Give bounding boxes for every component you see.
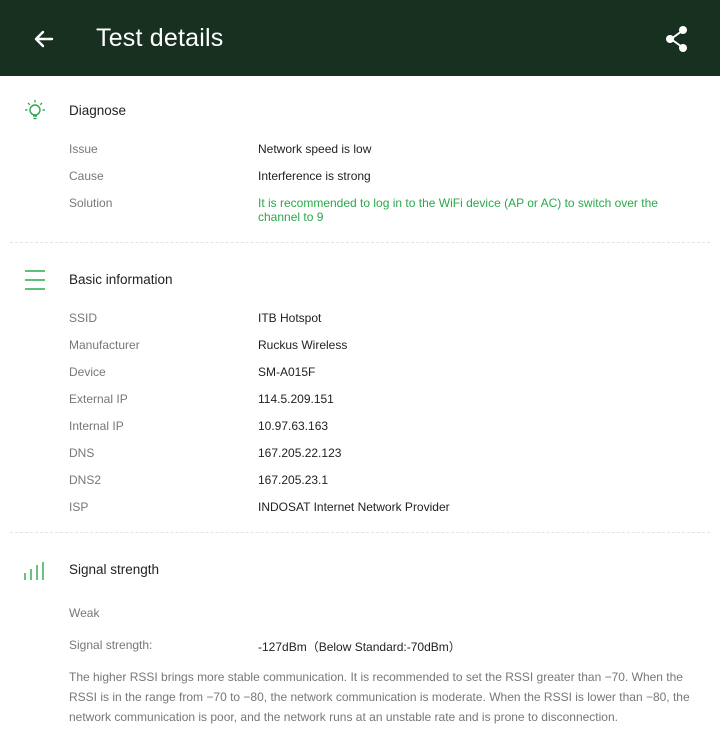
lightbulb-icon: [25, 100, 45, 120]
external-ip-row: External IP 114.5.209.151: [0, 392, 720, 412]
isp-row: ISP INDOSAT Internet Network Provider: [0, 500, 720, 520]
dns2-label: DNS2: [69, 473, 102, 487]
device-row: Device SM-A015F: [0, 365, 720, 385]
issue-row: Issue Network speed is low: [0, 142, 720, 162]
internal-ip-label: Internal IP: [69, 419, 124, 433]
basic-info-title: Basic information: [69, 272, 173, 287]
dns2-row: DNS2 167.205.23.1: [0, 473, 720, 493]
signal-level: Weak: [69, 606, 100, 620]
divider: [10, 532, 710, 533]
solution-label: Solution: [69, 196, 113, 210]
issue-label: Issue: [69, 142, 98, 156]
divider: [10, 242, 710, 243]
cause-value: Interference is strong: [258, 169, 371, 183]
cause-row: Cause Interference is strong: [0, 169, 720, 189]
dns2-value: 167.205.23.1: [258, 473, 329, 487]
signal-strength-value: -127dBm（Below Standard:-70dBm）: [258, 640, 461, 654]
manufacturer-value: Ruckus Wireless: [258, 338, 348, 352]
external-ip-value: 114.5.209.151: [258, 392, 334, 406]
isp-value: INDOSAT Internet Network Provider: [258, 500, 450, 514]
device-label: Device: [69, 365, 106, 379]
external-ip-label: External IP: [69, 392, 128, 406]
issue-value: Network speed is low: [258, 142, 372, 156]
dns-row: DNS 167.205.22.123: [0, 446, 720, 466]
ssid-value: ITB Hotspot: [258, 311, 322, 325]
cause-label: Cause: [69, 169, 104, 183]
internal-ip-row: Internal IP 10.97.63.163: [0, 419, 720, 439]
internal-ip-value: 10.97.63.163: [258, 419, 329, 433]
isp-label: ISP: [69, 500, 89, 514]
dns-value: 167.205.22.123: [258, 446, 342, 460]
page-title: Test details: [96, 24, 224, 52]
back-button[interactable]: [24, 20, 64, 58]
list-icon: [25, 270, 45, 290]
signal-title: Signal strength: [69, 562, 160, 577]
signal-strength-row: Signal strength: -127dBm（Below Standard:…: [0, 638, 720, 658]
arrow-left-icon: [34, 30, 54, 48]
ssid-label: SSID: [69, 311, 98, 325]
share-icon: [666, 26, 687, 52]
manufacturer-label: Manufacturer: [69, 338, 140, 352]
app-bar: Test details: [0, 0, 720, 76]
dns-label: DNS: [69, 446, 95, 460]
solution-value: It is recommended to log in to the WiFi …: [258, 196, 658, 224]
signal-bars-icon: [24, 562, 44, 580]
solution-row: Solution It is recommended to log in to …: [0, 196, 720, 226]
signal-strength-label: Signal strength:: [69, 638, 153, 652]
manufacturer-row: Manufacturer Ruckus Wireless: [0, 338, 720, 358]
ssid-row: SSID ITB Hotspot: [0, 311, 720, 331]
device-value: SM-A015F: [258, 365, 316, 379]
rssi-explanation: The higher RSSI brings more stable commu…: [69, 670, 690, 724]
diagnose-title: Diagnose: [69, 103, 127, 118]
share-button[interactable]: [656, 20, 698, 58]
signal-level-row: Weak: [0, 606, 720, 626]
